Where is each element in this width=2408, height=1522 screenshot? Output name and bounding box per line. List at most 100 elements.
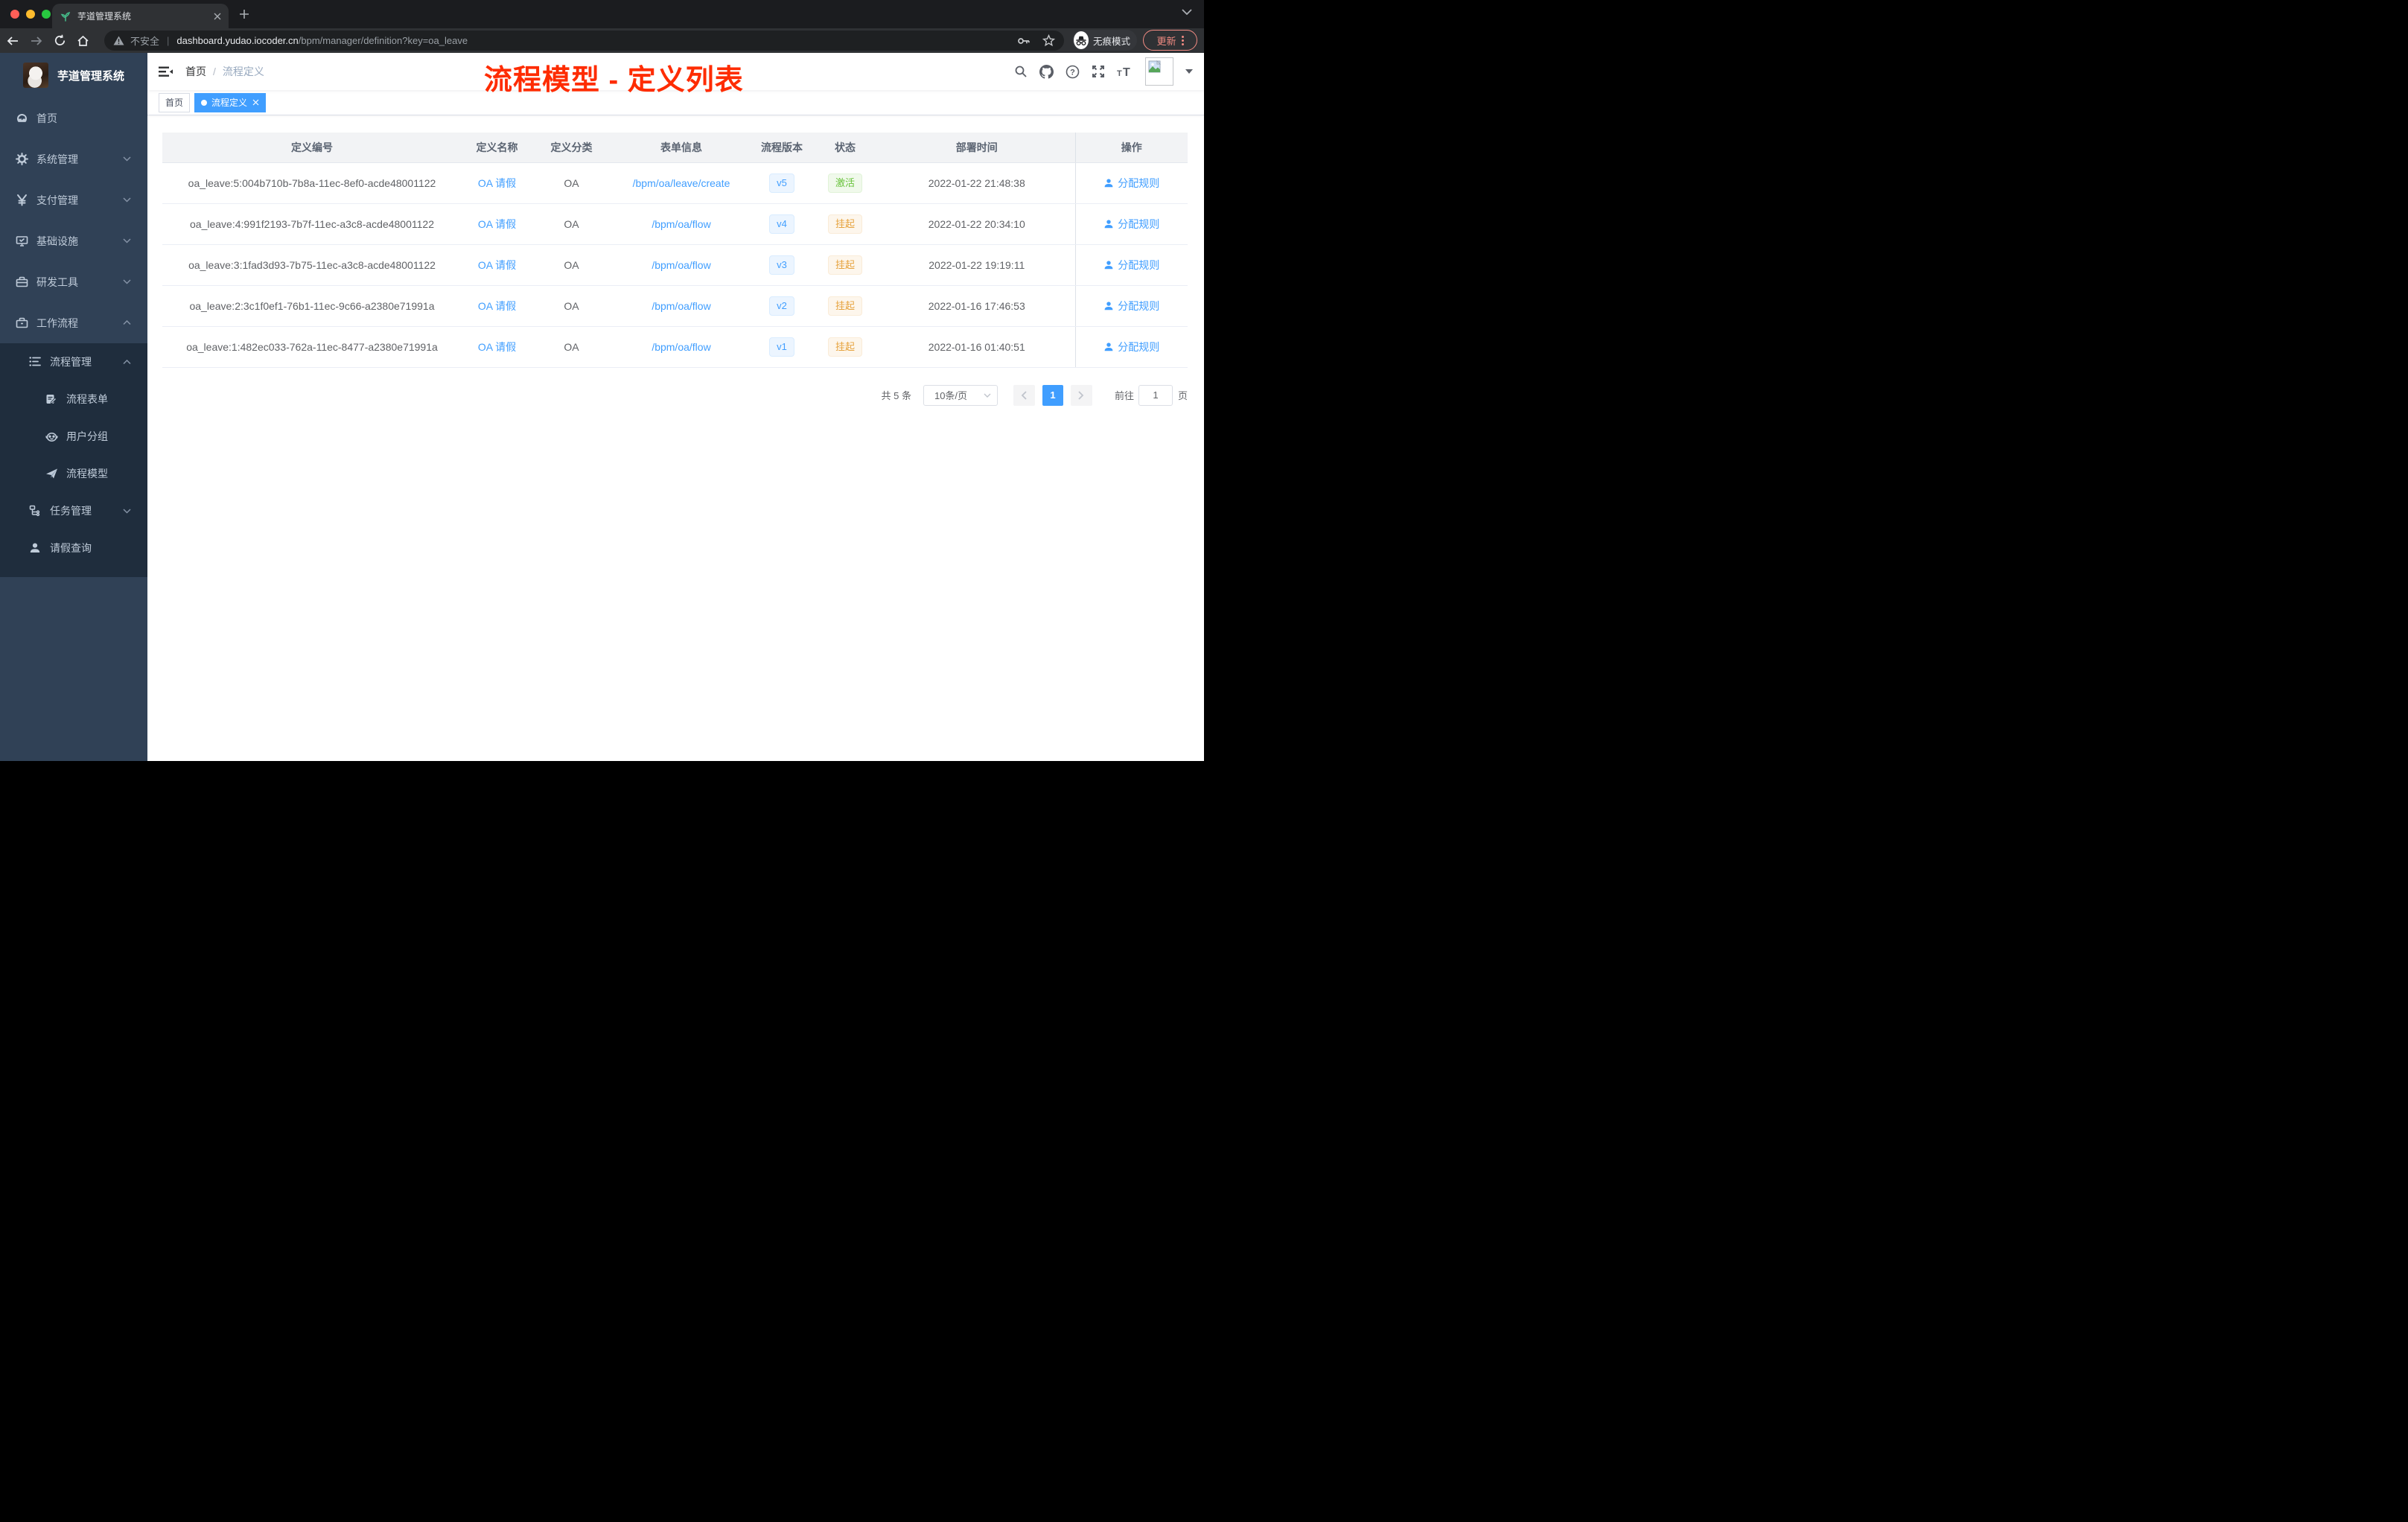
forward-icon[interactable]	[30, 35, 43, 47]
sidebar-item-task-management[interactable]: 任务管理	[0, 492, 147, 529]
close-window-button[interactable]	[10, 10, 19, 19]
table-row: oa_leave:2:3c1f0ef1-76b1-11ec-9c66-a2380…	[162, 285, 1188, 327]
hamburger-icon[interactable]	[159, 66, 173, 77]
search-icon[interactable]	[1014, 65, 1028, 78]
sidebar-item-process-management[interactable]: 流程管理	[0, 343, 147, 380]
minimize-window-button[interactable]	[26, 10, 35, 19]
definition-id: oa_leave:1:482ec033-762a-11ec-8477-a2380…	[162, 326, 462, 368]
form-edit-icon	[45, 393, 58, 406]
goto-page-input[interactable]	[1138, 384, 1173, 406]
table-row: oa_leave:3:1fad3d93-7b75-11ec-a3c8-acde4…	[162, 244, 1188, 286]
chrome-update-button[interactable]: 更新	[1143, 30, 1197, 51]
tree-icon	[29, 505, 42, 518]
deploy-time: 2022-01-22 21:48:38	[879, 162, 1075, 204]
sidebar-item-system[interactable]: 系统管理	[0, 138, 147, 179]
next-page-button[interactable]	[1070, 384, 1092, 406]
breadcrumb-home[interactable]: 首页	[185, 64, 206, 79]
password-key-icon[interactable]	[1017, 35, 1031, 47]
github-icon[interactable]	[1039, 64, 1054, 79]
form-link[interactable]: /bpm/oa/flow	[652, 341, 710, 353]
fullscreen-icon[interactable]	[1092, 65, 1105, 78]
version-badge: v2	[769, 296, 794, 316]
sidebar-item-label: 用户分组	[66, 430, 108, 442]
url-path: /bpm/manager/definition?key=oa_leave	[298, 35, 468, 46]
version-badge: v4	[769, 214, 794, 234]
browser-tab[interactable]: 芋道管理系统	[52, 4, 229, 28]
assign-rule-button[interactable]: 分配规则	[1103, 258, 1159, 273]
sidebar-item-devtools[interactable]: 研发工具	[0, 261, 147, 302]
definition-table: 定义编号 定义名称 定义分类 表单信息 流程版本 状态 部署时间 操作 oa_l	[162, 133, 1188, 368]
assign-rule-button[interactable]: 分配规则	[1103, 299, 1159, 313]
form-link[interactable]: /bpm/oa/leave/create	[633, 177, 730, 189]
definition-name-link[interactable]: OA 请假	[478, 177, 516, 189]
sidebar-item-label: 基础设施	[36, 235, 78, 247]
app-logo: 芋道管理系统	[0, 53, 147, 98]
gear-icon	[16, 153, 28, 165]
security-label[interactable]: 不安全	[130, 34, 159, 48]
url-text[interactable]: dashboard.yudao.iocoder.cn/bpm/manager/d…	[176, 35, 468, 46]
sidebar-item-workflow[interactable]: 工作流程	[0, 302, 147, 343]
assign-rule-button[interactable]: 分配规则	[1103, 217, 1159, 232]
not-secure-warning-icon[interactable]	[113, 36, 124, 45]
prev-page-button[interactable]	[1013, 384, 1035, 406]
assign-rule-button[interactable]: 分配规则	[1103, 176, 1159, 191]
sidebar: 芋道管理系统 首页 系统管理 支付管理 基础设施 研发工具 工作流程 流程管理 …	[0, 53, 147, 761]
workflow-submenu: 流程管理 流程表单 用户分组 流程模型 任务管理 请假查询	[0, 343, 147, 577]
col-form-info: 表单信息	[611, 133, 752, 163]
page-content: 定义编号 定义名称 定义分类 表单信息 流程版本 状态 部署时间 操作 oa_l	[147, 115, 1204, 406]
page-size-select[interactable]: 10条/页	[923, 384, 998, 406]
bookmark-star-icon[interactable]	[1042, 34, 1055, 47]
definition-id: oa_leave:4:991f2193-7b7f-11ec-a3c8-acde4…	[162, 203, 462, 245]
new-tab-button[interactable]	[237, 7, 252, 22]
assign-user-icon	[1104, 178, 1113, 187]
assign-rule-button[interactable]: 分配规则	[1103, 340, 1159, 354]
home-icon[interactable]	[77, 35, 89, 47]
definition-name-link[interactable]: OA 请假	[478, 259, 516, 271]
help-icon[interactable]: ?	[1066, 65, 1080, 79]
chevron-down-icon	[123, 279, 131, 284]
back-icon[interactable]	[6, 35, 19, 47]
tag-home[interactable]: 首页	[159, 92, 191, 112]
broken-image-icon	[1148, 60, 1162, 73]
toolbox-icon	[16, 276, 28, 288]
reload-icon[interactable]	[54, 34, 66, 47]
avatar-caret-down-icon[interactable]	[1185, 69, 1193, 74]
definition-id: oa_leave:5:004b710b-7b8a-11ec-8ef0-acde4…	[162, 162, 462, 204]
sidebar-item-process-form[interactable]: 流程表单	[0, 380, 147, 418]
address-bar[interactable]: 不安全 | dashboard.yudao.iocoder.cn/bpm/man…	[104, 31, 1064, 51]
sidebar-item-process-model[interactable]: 流程模型	[0, 455, 147, 492]
tag-process-definition[interactable]: 流程定义	[194, 92, 267, 112]
definition-name-link[interactable]: OA 请假	[478, 218, 516, 230]
page-number-current[interactable]: 1	[1042, 384, 1063, 406]
sidebar-item-leave-query[interactable]: 请假查询	[0, 529, 147, 567]
tab-close-icon[interactable]	[214, 13, 221, 20]
breadcrumb-separator: /	[213, 66, 216, 77]
sidebar-item-home[interactable]: 首页	[0, 98, 147, 138]
form-link[interactable]: /bpm/oa/flow	[652, 218, 710, 230]
url-host: dashboard.yudao.iocoder.cn	[176, 35, 299, 46]
zoom-window-button[interactable]	[42, 10, 51, 19]
sidebar-item-user-group[interactable]: 用户分组	[0, 418, 147, 455]
main-area: 流程模型 - 定义列表 首页 / 流程定义 ? T T 首页 流程定义 定义编号…	[147, 53, 1204, 761]
tag-close-icon[interactable]	[252, 99, 259, 106]
logo-avatar	[23, 63, 48, 88]
definition-name-link[interactable]: OA 请假	[478, 300, 516, 312]
sidebar-item-label: 研发工具	[36, 276, 78, 288]
tab-search-chevron-icon[interactable]	[1182, 9, 1192, 15]
page-unit-label: 页	[1177, 390, 1188, 401]
sidebar-item-payment[interactable]: 支付管理	[0, 179, 147, 220]
status-badge: 挂起	[827, 337, 862, 357]
form-link[interactable]: /bpm/oa/flow	[652, 259, 710, 271]
definition-name-link[interactable]: OA 请假	[478, 341, 516, 353]
user-avatar[interactable]	[1145, 57, 1173, 86]
browser-menu-kebab-icon[interactable]	[1181, 35, 1184, 45]
status-badge: 激活	[827, 173, 862, 193]
sidebar-item-infra[interactable]: 基础设施	[0, 220, 147, 261]
sidebar-item-label: 任务管理	[50, 505, 92, 517]
col-definition-name: 定义名称	[462, 133, 532, 163]
text-size-icon[interactable]: TT	[1117, 65, 1133, 78]
form-link[interactable]: /bpm/oa/flow	[652, 300, 710, 312]
deploy-time: 2022-01-16 01:40:51	[879, 326, 1075, 368]
app-title: 芋道管理系统	[57, 69, 125, 83]
svg-text:T: T	[1117, 69, 1122, 78]
